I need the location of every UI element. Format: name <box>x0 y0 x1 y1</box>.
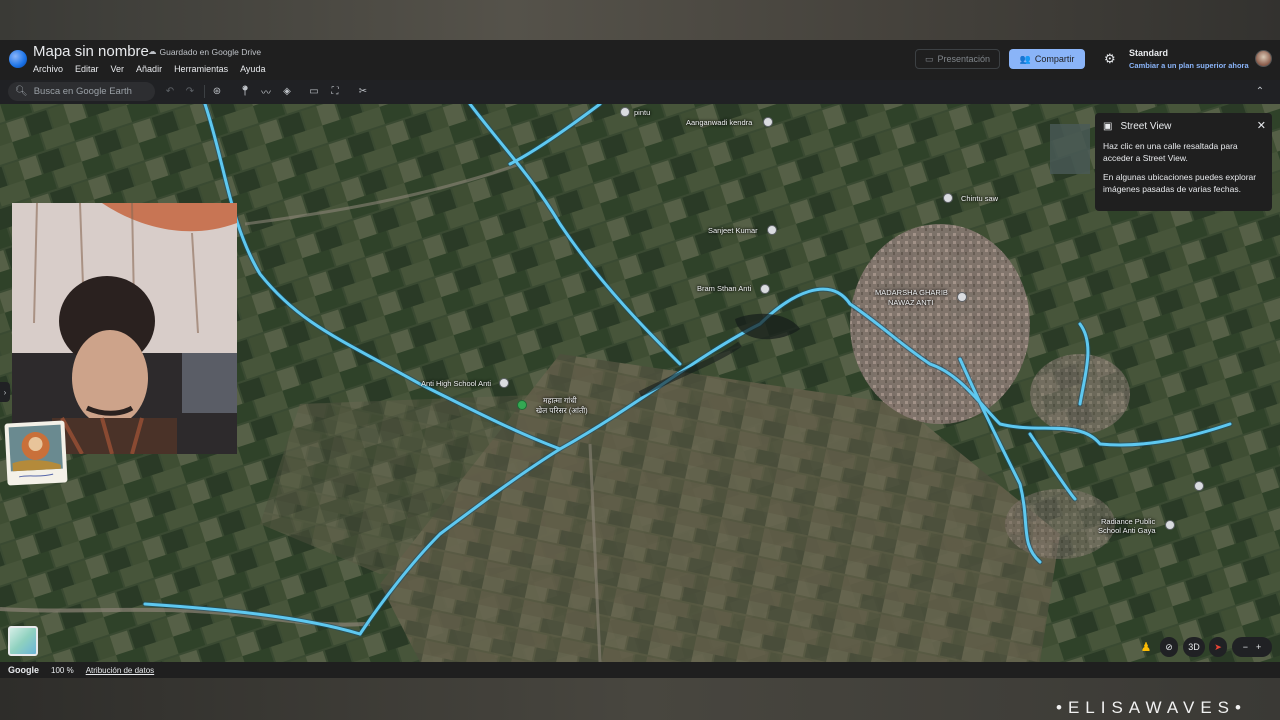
zoom-out-icon[interactable]: − <box>1243 642 1248 652</box>
redo-icon[interactable]: ↷ <box>183 84 197 98</box>
measure-icon[interactable]: ▭ <box>307 84 321 98</box>
menu-ayuda[interactable]: Ayuda <box>240 64 265 74</box>
sticker-image <box>4 420 68 486</box>
zoom-level: 100 % <box>51 665 74 675</box>
zoom-controls: − + <box>1232 637 1272 657</box>
place-pin-icon[interactable] <box>499 378 509 388</box>
draw-path-icon[interactable]: 〰 <box>259 84 273 99</box>
place-pin-icon[interactable] <box>620 107 630 117</box>
map-layers-thumbnail[interactable] <box>8 626 38 656</box>
plan-name: Standard <box>1129 48 1169 58</box>
street-view-panel: ▣ Street View ✕ Haz clic en una calle re… <box>1095 113 1272 211</box>
place-label-aanganwadi[interactable]: Aanganwadi kendra <box>686 118 752 127</box>
toolbar-divider <box>204 85 205 98</box>
place-pin-icon[interactable] <box>957 292 967 302</box>
google-earth-logo-icon[interactable] <box>9 50 27 68</box>
plan-info: Standard Cambiar a un plan superior ahor… <box>1129 48 1249 70</box>
menu-archivo[interactable]: Archivo <box>33 64 63 74</box>
place-pin-icon[interactable] <box>1165 520 1175 530</box>
place-pin-icon[interactable] <box>943 193 953 203</box>
map-footer: Google 100 % Atribución de datos <box>0 662 1280 678</box>
street-view-text-2: En algunas ubicaciones puedes explorar i… <box>1103 172 1257 194</box>
place-pin-icon[interactable] <box>1194 481 1204 491</box>
menu-editar[interactable]: Editar <box>75 64 99 74</box>
place-label-chintu[interactable]: Chintu saw <box>961 194 998 203</box>
google-brand: Google <box>8 665 39 675</box>
place-label-madarsha-line1[interactable]: MADARSHA GHARIB <box>875 288 948 297</box>
image-capture-icon[interactable]: ⛶ <box>328 84 342 98</box>
channel-watermark: •ELISAWAVES• <box>1056 698 1247 717</box>
present-icon: ▭ <box>924 53 934 64</box>
menu-ver[interactable]: Ver <box>111 64 125 74</box>
place-pin-icon[interactable] <box>767 225 777 235</box>
attribution-link[interactable]: Atribución de datos <box>86 666 155 675</box>
collapse-chevron-icon[interactable]: ⌃ <box>1253 84 1267 98</box>
place-pin-icon[interactable] <box>760 284 770 294</box>
project-title[interactable]: Mapa sin nombre <box>33 43 149 60</box>
view-3d-button[interactable]: 3D <box>1183 637 1205 657</box>
save-status-text: Guardado en Google Drive <box>159 46 262 57</box>
add-layer-icon[interactable]: ◈ <box>280 84 294 98</box>
street-view-title: Street View <box>1120 121 1172 132</box>
present-label: Presentación <box>937 54 991 64</box>
sticker-art <box>8 424 63 478</box>
pegman-icon[interactable]: ♟ <box>1138 637 1154 657</box>
share-button[interactable]: 👥 Compartir <box>1009 49 1085 69</box>
place-label-khel-parisar-line2[interactable]: खेल परिसर (आंती) <box>536 406 588 416</box>
place-label-khel-parisar-line1[interactable]: महात्मा गांधी <box>543 396 577 406</box>
search-input[interactable] <box>33 86 154 97</box>
place-label-radiance-line1[interactable]: Radiance Public <box>1101 517 1155 526</box>
cloud-icon: ☁ <box>148 46 157 56</box>
settings-gear-icon[interactable]: ⚙ <box>1104 52 1118 66</box>
close-icon[interactable]: ✕ <box>1257 119 1266 132</box>
side-panel-toggle-icon[interactable]: › <box>0 382 10 402</box>
menu-anadir[interactable]: Añadir <box>136 64 162 74</box>
app-header: Mapa sin nombre ☁ Guardado en Google Dri… <box>0 40 1280 80</box>
menu-herramientas[interactable]: Herramientas <box>174 64 228 74</box>
video-top-border <box>0 0 1280 40</box>
place-pin-icon[interactable] <box>763 117 773 127</box>
zoom-in-icon[interactable]: + <box>1256 642 1261 652</box>
avatar[interactable] <box>1255 50 1272 67</box>
street-view-icon: ▣ <box>1103 121 1113 132</box>
place-label-sanjeet[interactable]: Sanjeet Kumar <box>708 226 758 235</box>
webcam-video <box>12 203 237 454</box>
add-placemark-icon[interactable]: 📍︎ <box>238 84 252 98</box>
upgrade-link[interactable]: Cambiar a un plan superior ahora <box>1129 61 1249 70</box>
share-label: Compartir <box>1034 54 1075 64</box>
street-view-text-1: Haz clic en una calle resaltada para acc… <box>1103 141 1238 163</box>
place-label-bram-sthan[interactable]: Bram Sthan Anti <box>697 284 751 293</box>
webcam-overlay <box>12 203 237 454</box>
people-icon: 👥 <box>1019 53 1031 64</box>
tools-icon[interactable]: ✂ <box>356 84 370 98</box>
place-label-madarsha-line2[interactable]: NAWAZ ANTI <box>888 298 933 307</box>
hide-layer-icon[interactable]: ⊘ <box>1160 637 1178 657</box>
place-label-radiance-line2[interactable]: School Anti Gaya <box>1098 526 1156 535</box>
present-button[interactable]: ▭ Presentación <box>915 49 1000 69</box>
search-icon: 🔍︎ <box>15 86 28 97</box>
projects-icon[interactable]: ⊛ <box>210 84 224 98</box>
park-pin-icon[interactable] <box>517 400 527 410</box>
toolbar: 🔍︎ ↶ ↷ ⊛ 📍︎ 〰 ◈ ▭ ⛶ ✂ ⌃ <box>0 80 1280 104</box>
save-status: ☁ Guardado en Google Drive <box>148 46 261 57</box>
street-view-header: ▣ Street View <box>1103 121 1264 132</box>
undo-icon[interactable]: ↶ <box>163 84 177 98</box>
compass-icon[interactable]: ➤ <box>1209 637 1227 657</box>
place-label-anti-high-school[interactable]: Anti High School Anti <box>421 379 491 388</box>
search-box[interactable]: 🔍︎ <box>8 82 155 101</box>
menu-bar: Archivo Editar Ver Añadir Herramientas A… <box>33 64 265 74</box>
place-label-pintu[interactable]: pintu <box>634 108 650 117</box>
